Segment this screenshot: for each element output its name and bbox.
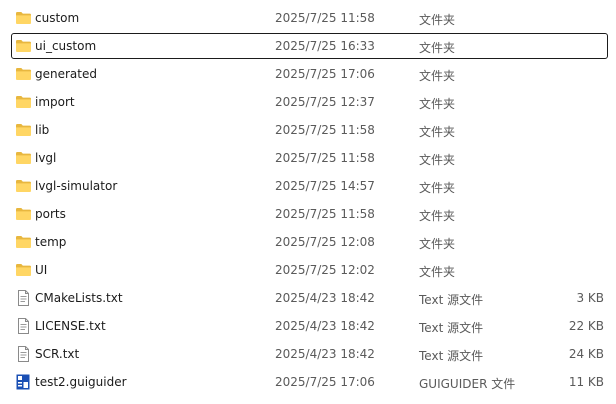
file-date-modified: 2025/7/25 12:02	[275, 263, 375, 277]
file-type: 文件夹	[419, 97, 456, 111]
file-row[interactable]: SCR.txt 2025/4/23 18:42 Text 源文件 24 KB	[0, 340, 616, 368]
text-file-icon	[15, 290, 32, 306]
file-row[interactable]: test2.guiguider 2025/7/25 17:06 GUIGUIDE…	[0, 368, 616, 396]
folder-icon	[15, 95, 32, 109]
file-row[interactable]: UI 2025/7/25 12:02 文件夹	[0, 256, 616, 284]
file-row[interactable]: ui_custom 2025/7/25 16:33 文件夹	[0, 32, 616, 60]
file-date-modified: 2025/7/25 11:58	[275, 207, 375, 221]
file-row[interactable]: LICENSE.txt 2025/4/23 18:42 Text 源文件 22 …	[0, 312, 616, 340]
file-type: 文件夹	[419, 41, 456, 55]
folder-icon	[15, 67, 32, 81]
file-row[interactable]: CMakeLists.txt 2025/4/23 18:42 Text 源文件 …	[0, 284, 616, 312]
file-date-modified: 2025/7/25 14:57	[275, 179, 375, 193]
file-type: 文件夹	[419, 153, 456, 167]
file-row[interactable]: import 2025/7/25 12:37 文件夹	[0, 88, 616, 116]
folder-icon	[15, 207, 32, 221]
file-type: 文件夹	[419, 69, 456, 83]
file-name: temp	[35, 235, 67, 249]
file-type: 文件夹	[419, 125, 456, 139]
file-name: lvgl-simulator	[35, 179, 118, 193]
guiguider-file-icon	[15, 374, 32, 390]
file-type: Text 源文件	[419, 321, 484, 335]
file-date-modified: 2025/4/23 18:42	[275, 347, 375, 361]
file-name: CMakeLists.txt	[35, 291, 123, 305]
folder-icon	[15, 123, 32, 137]
folder-icon	[15, 151, 32, 165]
file-size: 22 KB	[568, 319, 604, 333]
file-size: 11 KB	[568, 375, 604, 389]
file-date-modified: 2025/4/23 18:42	[275, 291, 375, 305]
file-date-modified: 2025/7/25 11:58	[275, 123, 375, 137]
file-type: 文件夹	[419, 13, 456, 27]
file-row[interactable]: ports 2025/7/25 11:58 文件夹	[0, 200, 616, 228]
file-size: 3 KB	[576, 291, 604, 305]
file-name: SCR.txt	[35, 347, 80, 361]
file-type: 文件夹	[419, 209, 456, 223]
file-row[interactable]: lib 2025/7/25 11:58 文件夹	[0, 116, 616, 144]
file-row[interactable]: custom 2025/7/25 11:58 文件夹	[0, 4, 616, 32]
file-name: import	[35, 95, 75, 109]
file-row[interactable]: lvgl-simulator 2025/7/25 14:57 文件夹	[0, 172, 616, 200]
file-date-modified: 2025/7/25 12:37	[275, 95, 375, 109]
file-name: ui_custom	[35, 39, 97, 53]
text-file-icon	[15, 346, 32, 362]
file-type: Text 源文件	[419, 293, 484, 307]
file-name: LICENSE.txt	[35, 319, 106, 333]
folder-icon	[15, 39, 32, 53]
file-name: lib	[35, 123, 50, 137]
file-row[interactable]: lvgl 2025/7/25 11:58 文件夹	[0, 144, 616, 172]
file-name: test2.guiguider	[35, 375, 127, 389]
file-date-modified: 2025/7/25 17:06	[275, 375, 375, 389]
file-date-modified: 2025/7/25 16:33	[275, 39, 375, 53]
file-date-modified: 2025/7/25 12:08	[275, 235, 375, 249]
file-row[interactable]: generated 2025/7/25 17:06 文件夹	[0, 60, 616, 88]
folder-icon	[15, 11, 32, 25]
folder-icon	[15, 263, 32, 277]
file-size: 24 KB	[568, 347, 604, 361]
file-row[interactable]: temp 2025/7/25 12:08 文件夹	[0, 228, 616, 256]
file-name: lvgl	[35, 151, 57, 165]
file-type: 文件夹	[419, 237, 456, 251]
file-date-modified: 2025/7/25 11:58	[275, 151, 375, 165]
file-name: ports	[35, 207, 66, 221]
file-type: 文件夹	[419, 181, 456, 195]
file-name: UI	[35, 263, 48, 277]
folder-icon	[15, 179, 32, 193]
file-name: custom	[35, 11, 80, 25]
text-file-icon	[15, 318, 32, 334]
file-type: 文件夹	[419, 265, 456, 279]
file-date-modified: 2025/7/25 17:06	[275, 67, 375, 81]
file-type: GUIGUIDER 文件	[419, 377, 516, 391]
file-name: generated	[35, 67, 97, 81]
file-date-modified: 2025/7/25 11:58	[275, 11, 375, 25]
file-date-modified: 2025/4/23 18:42	[275, 319, 375, 333]
folder-icon	[15, 235, 32, 249]
file-list: custom 2025/7/25 11:58 文件夹 ui_custom 202…	[0, 4, 616, 396]
file-type: Text 源文件	[419, 349, 484, 363]
